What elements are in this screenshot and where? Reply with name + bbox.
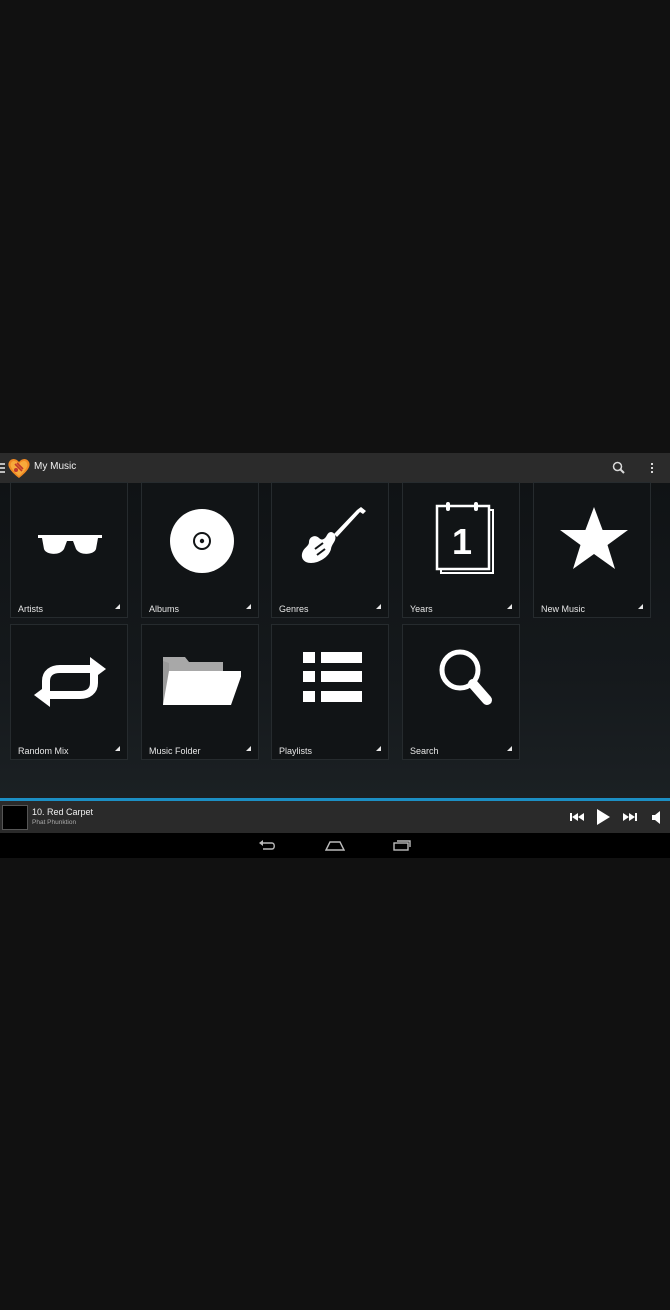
folder-icon bbox=[163, 657, 241, 705]
previous-track-icon[interactable] bbox=[568, 808, 586, 826]
now-playing-bar[interactable]: 10. Red Carpet Phat Phunktion bbox=[0, 801, 670, 833]
list-icon bbox=[303, 652, 362, 702]
tile-music-folder[interactable]: Music Folder bbox=[141, 624, 259, 760]
corner-indicator bbox=[115, 746, 120, 751]
tile-playlists[interactable]: Playlists bbox=[271, 624, 389, 760]
corner-indicator bbox=[115, 604, 120, 609]
corner-indicator bbox=[246, 604, 251, 609]
tile-label: Search bbox=[410, 746, 439, 756]
corner-indicator bbox=[507, 746, 512, 751]
play-icon[interactable] bbox=[594, 808, 612, 826]
tile-new-music[interactable]: New Music bbox=[533, 482, 651, 618]
home-icon[interactable] bbox=[325, 838, 345, 854]
track-title: 10. Red Carpet bbox=[32, 807, 94, 817]
tile-label: Albums bbox=[149, 604, 180, 614]
music-app-window: My Music Artists Albums Genres 1 Years N… bbox=[0, 453, 670, 858]
volume-icon[interactable] bbox=[650, 808, 664, 826]
calendar-day: 1 bbox=[452, 521, 472, 562]
tile-label: Years bbox=[410, 604, 433, 614]
corner-indicator bbox=[376, 604, 381, 609]
action-bar: My Music bbox=[0, 453, 670, 483]
album-art-thumbnail[interactable] bbox=[2, 805, 28, 830]
calendar-icon: 1 bbox=[435, 502, 494, 574]
tile-label: Random Mix bbox=[18, 746, 69, 756]
corner-indicator bbox=[638, 604, 643, 609]
corner-indicator bbox=[246, 746, 251, 751]
system-nav-bar bbox=[0, 833, 670, 858]
magnifier-icon bbox=[439, 649, 492, 705]
tile-label: Playlists bbox=[279, 746, 313, 756]
tile-label: Genres bbox=[279, 604, 309, 614]
tile-label: New Music bbox=[541, 604, 586, 614]
star-icon bbox=[560, 507, 628, 569]
drawer-indicator-icon[interactable] bbox=[0, 463, 5, 473]
recent-apps-icon[interactable] bbox=[392, 838, 412, 854]
tile-genres[interactable]: Genres bbox=[271, 482, 389, 618]
search-icon[interactable] bbox=[610, 459, 628, 477]
track-artist: Phat Phunktion bbox=[32, 819, 77, 826]
tile-albums[interactable]: Albums bbox=[141, 482, 259, 618]
tile-label: Music Folder bbox=[149, 746, 201, 756]
tile-label: Artists bbox=[18, 604, 44, 614]
back-icon[interactable] bbox=[258, 838, 278, 854]
corner-indicator bbox=[376, 746, 381, 751]
next-track-icon[interactable] bbox=[621, 808, 639, 826]
tile-artists[interactable]: Artists bbox=[10, 482, 128, 618]
app-title: My Music bbox=[34, 461, 77, 472]
repeat-icon bbox=[34, 657, 106, 707]
overflow-menu-icon[interactable] bbox=[646, 459, 658, 477]
corner-indicator bbox=[507, 604, 512, 609]
tile-years[interactable]: 1 Years bbox=[402, 482, 520, 618]
vinyl-record-icon bbox=[170, 509, 234, 573]
tile-random-mix[interactable]: Random Mix bbox=[10, 624, 128, 760]
electric-guitar-icon bbox=[301, 507, 366, 563]
sunglasses-icon bbox=[38, 535, 102, 554]
tile-search[interactable]: Search bbox=[402, 624, 520, 760]
app-logo-icon[interactable] bbox=[6, 455, 32, 481]
